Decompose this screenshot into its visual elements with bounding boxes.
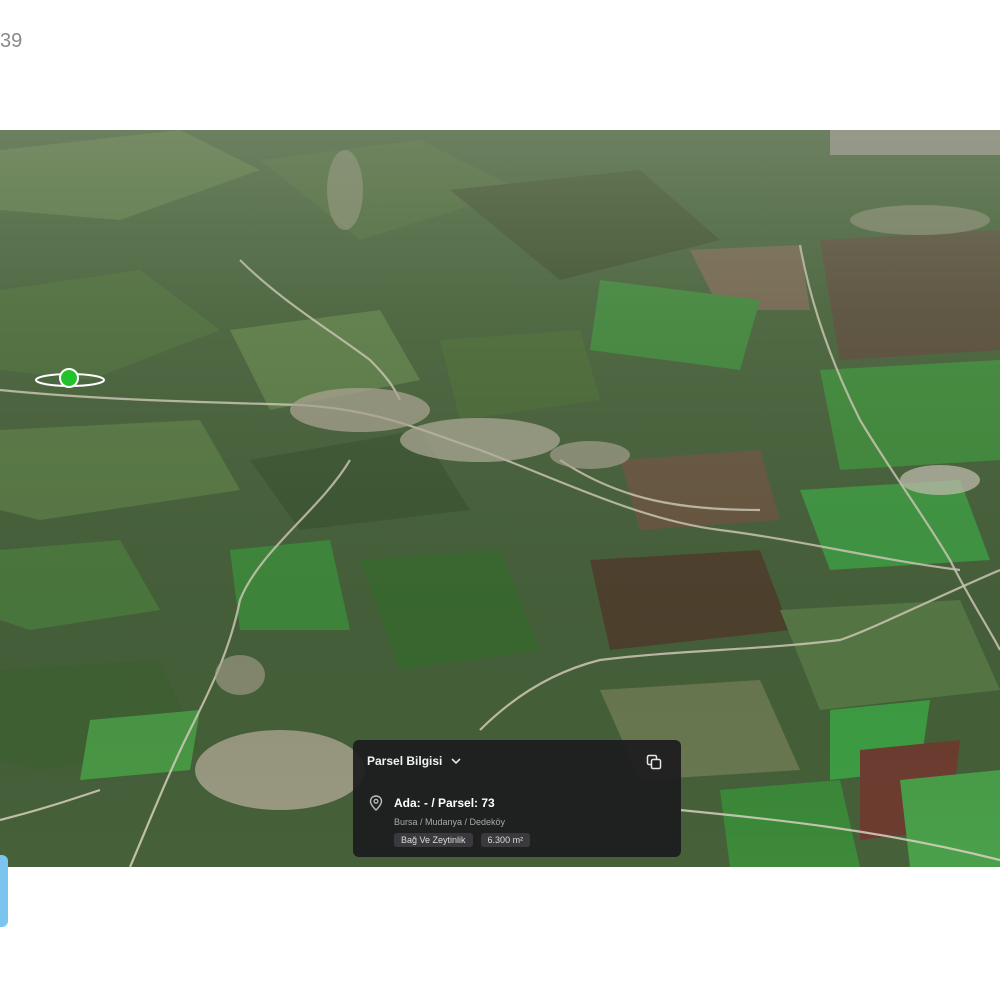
parcel-id: Ada: - / Parsel: 73 [394,796,495,810]
edge-marker [0,855,8,927]
land-type-badge: Bağ Ve Zeytinlik [394,833,473,847]
panel-header[interactable]: Parsel Bilgisi [367,754,462,768]
panel-title: Parsel Bilgisi [367,754,443,768]
corner-label: 39 [0,30,23,52]
chevron-down-icon[interactable] [450,755,462,767]
parcel-info-panel: Parsel Bilgisi Ada: - / Parsel: 73 Bursa… [353,740,681,857]
copy-icon[interactable] [645,753,663,771]
parcel-badges: Bağ Ve Zeytinlik 6.300 m² [394,833,531,847]
parcel-location: Bursa / Mudanya / Dedeköy [394,817,506,827]
green-location-marker-icon[interactable] [33,364,107,392]
area-badge: 6.300 m² [480,833,531,847]
location-pin-icon [369,795,383,811]
